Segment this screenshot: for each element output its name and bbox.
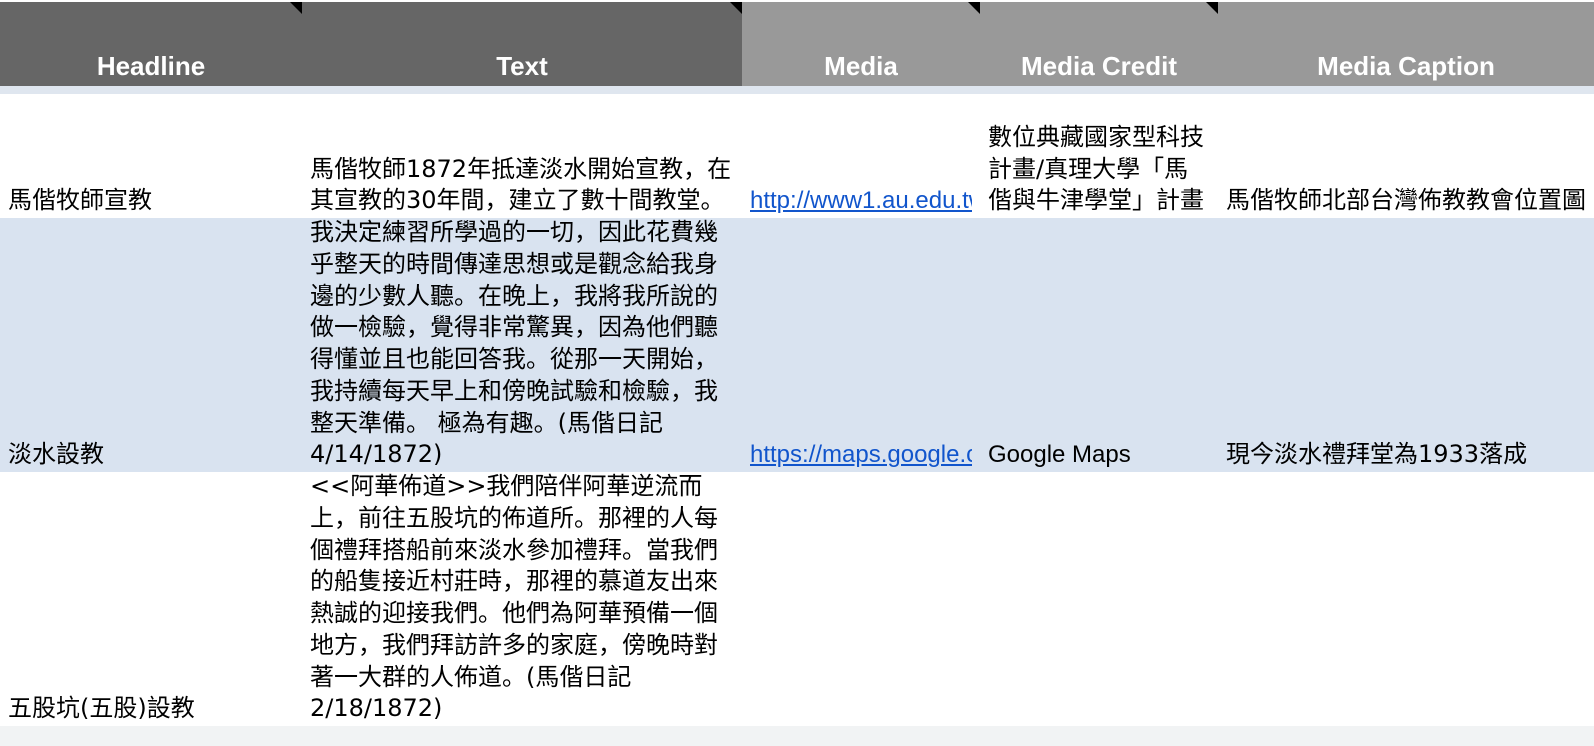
media-link[interactable]: http://www1.au.edu.tw	[750, 185, 972, 218]
column-header-label: Headline	[96, 51, 206, 81]
column-header-media-credit[interactable]: Media Credit	[980, 0, 1218, 86]
media-link[interactable]: https://maps.google.com	[750, 439, 972, 472]
text-cell[interactable]: <<阿華佈道>>我們陪伴阿華逆流而上，前往五股坑的佈道所。那裡的人每個禮拜搭船前…	[302, 472, 742, 726]
media-credit-cell[interactable]: Google Maps	[980, 218, 1218, 472]
frozen-row-divider	[0, 86, 1594, 94]
table-row: 馬偕牧師宣教 馬偕牧師1872年抵達淡水開始宣教，在其宣教的30年間，建立了數十…	[0, 94, 1594, 218]
column-header-label: Media Credit	[1020, 51, 1178, 81]
column-header-text[interactable]: Text	[302, 0, 742, 86]
media-caption-cell[interactable]: 現今淡水禮拜堂為1933落成	[1218, 218, 1594, 472]
comment-indicator-icon	[290, 2, 302, 14]
media-caption-cell[interactable]	[1218, 726, 1594, 746]
media-credit-cell[interactable]	[980, 472, 1218, 726]
media-link-cell[interactable]	[742, 726, 980, 746]
media-link-cell[interactable]	[742, 472, 980, 726]
text-cell[interactable]	[302, 726, 742, 746]
media-credit-cell[interactable]	[980, 726, 1218, 746]
comment-indicator-icon	[1206, 2, 1218, 14]
data-rows: 馬偕牧師宣教 馬偕牧師1872年抵達淡水開始宣教，在其宣教的30年間，建立了數十…	[0, 94, 1594, 746]
media-link-cell[interactable]: http://www1.au.edu.tw	[742, 94, 980, 218]
headline-cell[interactable]	[0, 726, 302, 746]
column-header-label: Text	[496, 51, 548, 81]
spreadsheet: Headline Text Media Media Credit Media C…	[0, 0, 1594, 746]
comment-indicator-icon	[730, 2, 742, 14]
media-credit-cell[interactable]: 數位典藏國家型科技計畫/真理大學「馬偕與牛津學堂」計畫	[980, 94, 1218, 218]
column-header-label: Media	[824, 51, 898, 81]
header-row: Headline Text Media Media Credit Media C…	[0, 0, 1594, 86]
headline-cell[interactable]: 淡水設教	[0, 218, 302, 472]
comment-indicator-icon	[968, 2, 980, 14]
table-row: 淡水設教 我決定練習所學過的一切，因此花費幾乎整天的時間傳達思想或是觀念給我身邊…	[0, 218, 1594, 472]
column-header-media[interactable]: Media	[742, 0, 980, 86]
table-row-partial	[0, 726, 1594, 746]
column-header-media-caption[interactable]: Media Caption	[1218, 0, 1594, 86]
table-row: 五股坑(五股)設教 <<阿華佈道>>我們陪伴阿華逆流而上，前往五股坑的佈道所。那…	[0, 472, 1594, 726]
headline-cell[interactable]: 馬偕牧師宣教	[0, 94, 302, 218]
media-link-cell[interactable]: https://maps.google.com	[742, 218, 980, 472]
column-header-headline[interactable]: Headline	[0, 0, 302, 86]
media-caption-cell[interactable]: 馬偕牧師北部台灣佈教教會位置圖	[1218, 94, 1594, 218]
text-cell[interactable]: 我決定練習所學過的一切，因此花費幾乎整天的時間傳達思想或是觀念給我身邊的少數人聽…	[302, 218, 742, 472]
headline-cell[interactable]: 五股坑(五股)設教	[0, 472, 302, 726]
column-header-label: Media Caption	[1317, 51, 1495, 81]
text-cell[interactable]: 馬偕牧師1872年抵達淡水開始宣教，在其宣教的30年間，建立了數十間教堂。	[302, 94, 742, 218]
media-caption-cell[interactable]	[1218, 472, 1594, 726]
